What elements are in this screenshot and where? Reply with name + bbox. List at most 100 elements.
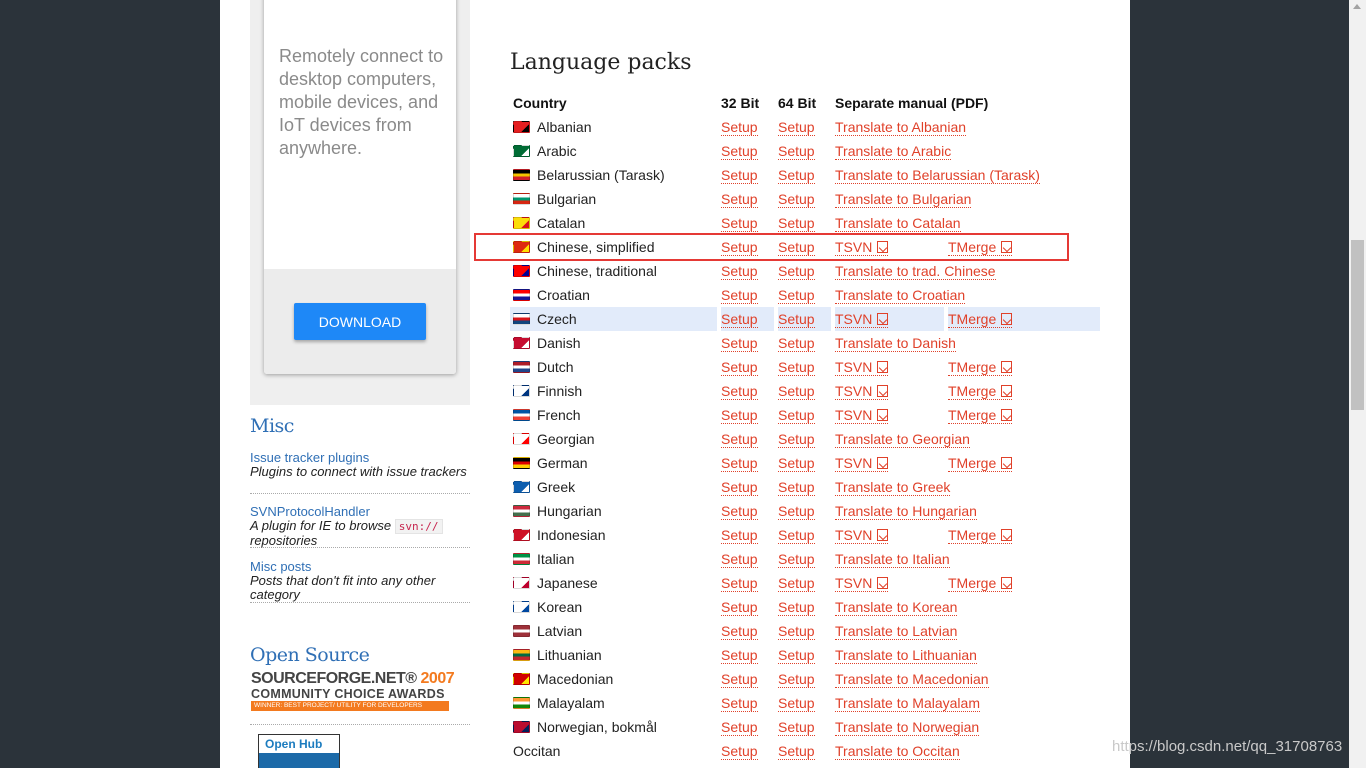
setup-32bit-link[interactable]: Setup (721, 551, 758, 568)
translate-manual-link[interactable]: Translate to Malayalam (835, 695, 980, 712)
misc-item-svnprotocolhandler: SVNProtocolHandler A plugin for IE to br… (250, 505, 470, 548)
setup-32bit-link[interactable]: Setup (721, 455, 758, 472)
translate-manual-link[interactable]: Translate to Croatian (835, 287, 966, 304)
tmerge-pdf-link[interactable]: TMerge (948, 575, 1013, 592)
setup-64bit-link[interactable]: Setup (778, 599, 815, 616)
setup-32bit-link[interactable]: Setup (721, 671, 758, 688)
translate-manual-link[interactable]: Translate to Norwegian (835, 719, 980, 736)
sourceforge-award-badge[interactable]: SOURCEFORGE.NET® 2007 COMMUNITY CHOICE A… (250, 670, 455, 712)
setup-64bit-link[interactable]: Setup (778, 263, 815, 280)
tmerge-pdf-link[interactable]: TMerge (948, 383, 1013, 400)
translate-manual-link[interactable]: Translate to Catalan (835, 215, 961, 232)
setup-32bit-link[interactable]: Setup (721, 527, 758, 544)
tsvn-pdf-link[interactable]: TSVN (835, 407, 889, 424)
translate-manual-link[interactable]: Translate to Albanian (835, 119, 967, 136)
tsvn-pdf-link[interactable]: TSVN (835, 359, 889, 376)
setup-64bit-link[interactable]: Setup (778, 623, 815, 640)
setup-32bit-link[interactable]: Setup (721, 575, 758, 592)
setup-64bit-link[interactable]: Setup (778, 527, 815, 544)
setup-64bit-link[interactable]: Setup (778, 359, 815, 376)
setup-64bit-link[interactable]: Setup (778, 215, 815, 232)
setup-32bit-cell: Setup (721, 331, 758, 355)
download-button[interactable]: DOWNLOAD (294, 303, 426, 340)
setup-32bit-link[interactable]: Setup (721, 143, 758, 160)
setup-32bit-link[interactable]: Setup (721, 599, 758, 616)
tsvn-manual-cell: TSVN (835, 307, 889, 331)
tmerge-pdf-link[interactable]: TMerge (948, 407, 1013, 424)
translate-manual-link[interactable]: Translate to Lithuanian (835, 647, 977, 664)
setup-32bit-link[interactable]: Setup (721, 647, 758, 664)
svnprotocolhandler-link[interactable]: SVNProtocolHandler (250, 505, 470, 519)
translate-manual-link[interactable]: Translate to Korean (835, 599, 958, 616)
translate-manual-link[interactable]: Translate to Greek (835, 479, 951, 496)
translate-manual-link[interactable]: Translate to Occitan (835, 743, 960, 760)
setup-64bit-link[interactable]: Setup (778, 431, 815, 448)
setup-32bit-link[interactable]: Setup (721, 287, 758, 304)
translate-manual-link[interactable]: Translate to Danish (835, 335, 956, 352)
setup-64bit-link[interactable]: Setup (778, 335, 815, 352)
setup-32bit-link[interactable]: Setup (721, 743, 758, 760)
translate-manual-link[interactable]: Translate to Bulgarian (835, 191, 972, 208)
setup-32bit-link[interactable]: Setup (721, 167, 758, 184)
setup-32bit-cell: Setup (721, 211, 758, 235)
setup-32bit-link[interactable]: Setup (721, 479, 758, 496)
setup-32bit-link[interactable]: Setup (721, 335, 758, 352)
tmerge-pdf-link[interactable]: TMerge (948, 455, 1013, 472)
setup-64bit-link[interactable]: Setup (778, 503, 815, 520)
setup-32bit-link[interactable]: Setup (721, 215, 758, 232)
tsvn-pdf-link[interactable]: TSVN (835, 455, 889, 472)
misc-posts-link[interactable]: Misc posts (250, 560, 470, 574)
setup-32bit-link[interactable]: Setup (721, 311, 758, 328)
setup-64bit-link[interactable]: Setup (778, 575, 815, 592)
scroll-up-arrow-icon[interactable] (1353, 4, 1361, 9)
issue-tracker-plugins-link[interactable]: Issue tracker plugins (250, 451, 470, 465)
pdf-icon (877, 313, 889, 325)
tmerge-pdf-link[interactable]: TMerge (948, 359, 1013, 376)
setup-32bit-link[interactable]: Setup (721, 431, 758, 448)
setup-32bit-link[interactable]: Setup (721, 191, 758, 208)
setup-64bit-link[interactable]: Setup (778, 743, 815, 760)
setup-64bit-link[interactable]: Setup (778, 455, 815, 472)
setup-32bit-link[interactable]: Setup (721, 623, 758, 640)
setup-32bit-link[interactable]: Setup (721, 383, 758, 400)
setup-64bit-link[interactable]: Setup (778, 143, 815, 160)
openhub-badge[interactable]: Open Hub (258, 734, 340, 768)
setup-64bit-link[interactable]: Setup (778, 383, 815, 400)
translate-manual-link[interactable]: Translate to trad. Chinese (835, 263, 996, 280)
tmerge-pdf-link[interactable]: TMerge (948, 527, 1013, 544)
setup-32bit-link[interactable]: Setup (721, 359, 758, 376)
setup-64bit-link[interactable]: Setup (778, 647, 815, 664)
setup-32bit-link[interactable]: Setup (721, 719, 758, 736)
setup-64bit-link[interactable]: Setup (778, 407, 815, 424)
setup-32bit-link[interactable]: Setup (721, 407, 758, 424)
translate-manual-link[interactable]: Translate to Georgian (835, 431, 970, 448)
setup-64bit-link[interactable]: Setup (778, 191, 815, 208)
tsvn-pdf-link[interactable]: TSVN (835, 575, 889, 592)
scrollbar-thumb[interactable] (1351, 240, 1364, 410)
setup-64bit-link[interactable]: Setup (778, 671, 815, 688)
translate-manual-link[interactable]: Translate to Macedonian (835, 671, 989, 688)
tmerge-pdf-link[interactable]: TMerge (948, 311, 1013, 328)
setup-32bit-link[interactable]: Setup (721, 503, 758, 520)
setup-64bit-link[interactable]: Setup (778, 287, 815, 304)
translate-manual-link[interactable]: Translate to Arabic (835, 143, 952, 160)
setup-64bit-link[interactable]: Setup (778, 719, 815, 736)
translate-manual-link[interactable]: Translate to Italian (835, 551, 950, 568)
setup-64bit-link[interactable]: Setup (778, 167, 815, 184)
setup-64bit-link[interactable]: Setup (778, 479, 815, 496)
tsvn-pdf-link[interactable]: TSVN (835, 383, 889, 400)
setup-64bit-cell: Setup (778, 187, 815, 211)
translate-manual-link[interactable]: Translate to Belarussian (Tarask) (835, 167, 1040, 184)
setup-64bit-link[interactable]: Setup (778, 551, 815, 568)
tsvn-pdf-link[interactable]: TSVN (835, 527, 889, 544)
tsvn-pdf-link[interactable]: TSVN (835, 311, 889, 328)
setup-64bit-link[interactable]: Setup (778, 119, 815, 136)
translate-manual-link[interactable]: Translate to Latvian (835, 623, 958, 640)
setup-64bit-link[interactable]: Setup (778, 695, 815, 712)
setup-32bit-link[interactable]: Setup (721, 263, 758, 280)
setup-32bit-link[interactable]: Setup (721, 695, 758, 712)
translate-manual-link[interactable]: Translate to Hungarian (835, 503, 977, 520)
setup-64bit-link[interactable]: Setup (778, 311, 815, 328)
scrollbar[interactable] (1349, 0, 1366, 768)
setup-32bit-link[interactable]: Setup (721, 119, 758, 136)
